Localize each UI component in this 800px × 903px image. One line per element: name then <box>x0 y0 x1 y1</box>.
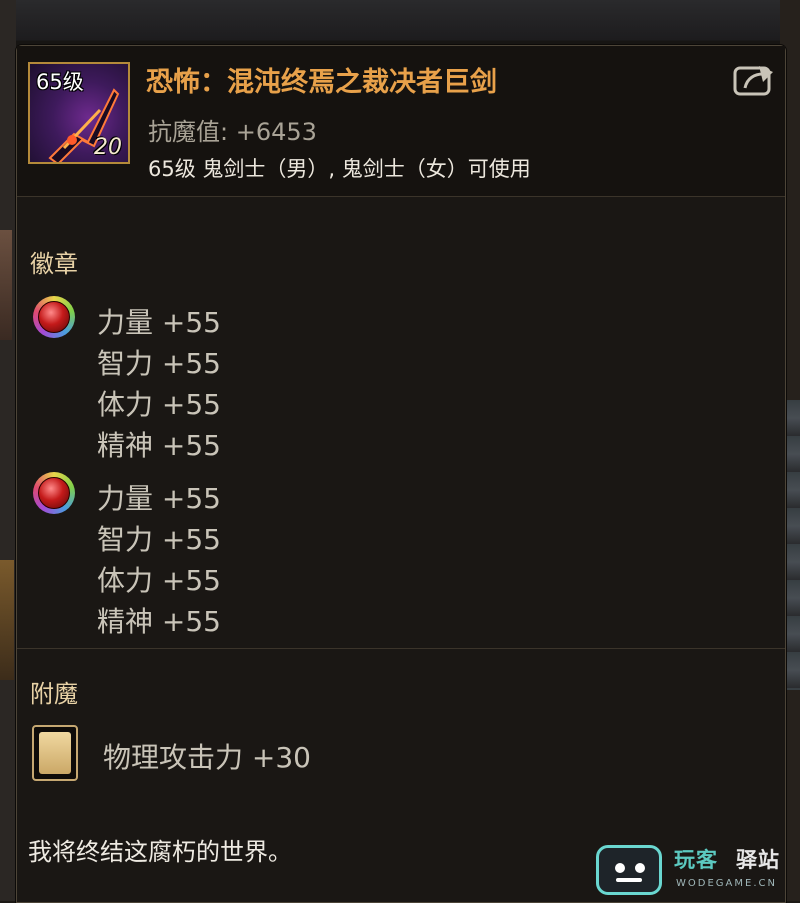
badge-1-stat-2: 智力 +55 <box>97 347 221 380</box>
badge-divider <box>17 648 785 649</box>
item-name: 恐怖：混沌终焉之裁决者巨剑 <box>146 67 497 98</box>
badge-1-stat-3: 体力 +55 <box>97 388 221 421</box>
enchant-card-icon <box>32 725 78 781</box>
badge-2-stat-1: 力量 +55 <box>97 482 221 515</box>
watermark-title-b: 驿站 <box>736 848 780 872</box>
share-export-icon[interactable] <box>733 62 775 98</box>
background-left-edge <box>0 0 16 901</box>
enchant-section-title: 附魔 <box>30 680 78 708</box>
flavor-text: 我将终结这腐朽的世界。 <box>28 838 292 866</box>
item-count: 20 <box>94 135 122 160</box>
magic-resist-value: 抗魔值: +6453 <box>148 118 317 146</box>
background-left-decor-2 <box>0 560 14 680</box>
site-watermark: 玩客 驿站 WODEGAME.CN <box>596 842 796 900</box>
badge-2-stat-4: 精神 +55 <box>97 605 221 638</box>
background-right-decor <box>784 400 800 690</box>
watermark-title-a: 玩客 <box>674 848 718 872</box>
item-level-badge: 65级 <box>36 70 84 94</box>
watermark-logo-icon <box>596 845 662 895</box>
background-left-decor <box>0 230 12 340</box>
tooltip-header: 65级 20 恐怖：混沌终焉之裁决者巨剑 抗魔值: +6453 65级 鬼剑士（… <box>17 46 785 196</box>
red-gem-icon <box>33 472 75 514</box>
item-tooltip: 65级 20 恐怖：混沌终焉之裁决者巨剑 抗魔值: +6453 65级 鬼剑士（… <box>16 45 786 903</box>
badge-2-stat-3: 体力 +55 <box>97 564 221 597</box>
badge-section-title: 徽章 <box>30 250 78 278</box>
enchant-stat: 物理攻击力 +30 <box>103 741 311 774</box>
badge-2-stat-2: 智力 +55 <box>97 523 221 556</box>
header-divider <box>17 196 785 197</box>
red-gem-icon <box>33 296 75 338</box>
badge-1-stat-4: 精神 +55 <box>97 429 221 462</box>
badge-1-stat-1: 力量 +55 <box>97 306 221 339</box>
greatsword-icon[interactable]: 65级 20 <box>28 62 130 164</box>
watermark-title: 玩客 驿站 <box>674 844 780 874</box>
usable-by-text: 65级 鬼剑士（男）, 鬼剑士（女）可使用 <box>148 157 531 181</box>
watermark-subtitle: WODEGAME.CN <box>676 878 777 889</box>
